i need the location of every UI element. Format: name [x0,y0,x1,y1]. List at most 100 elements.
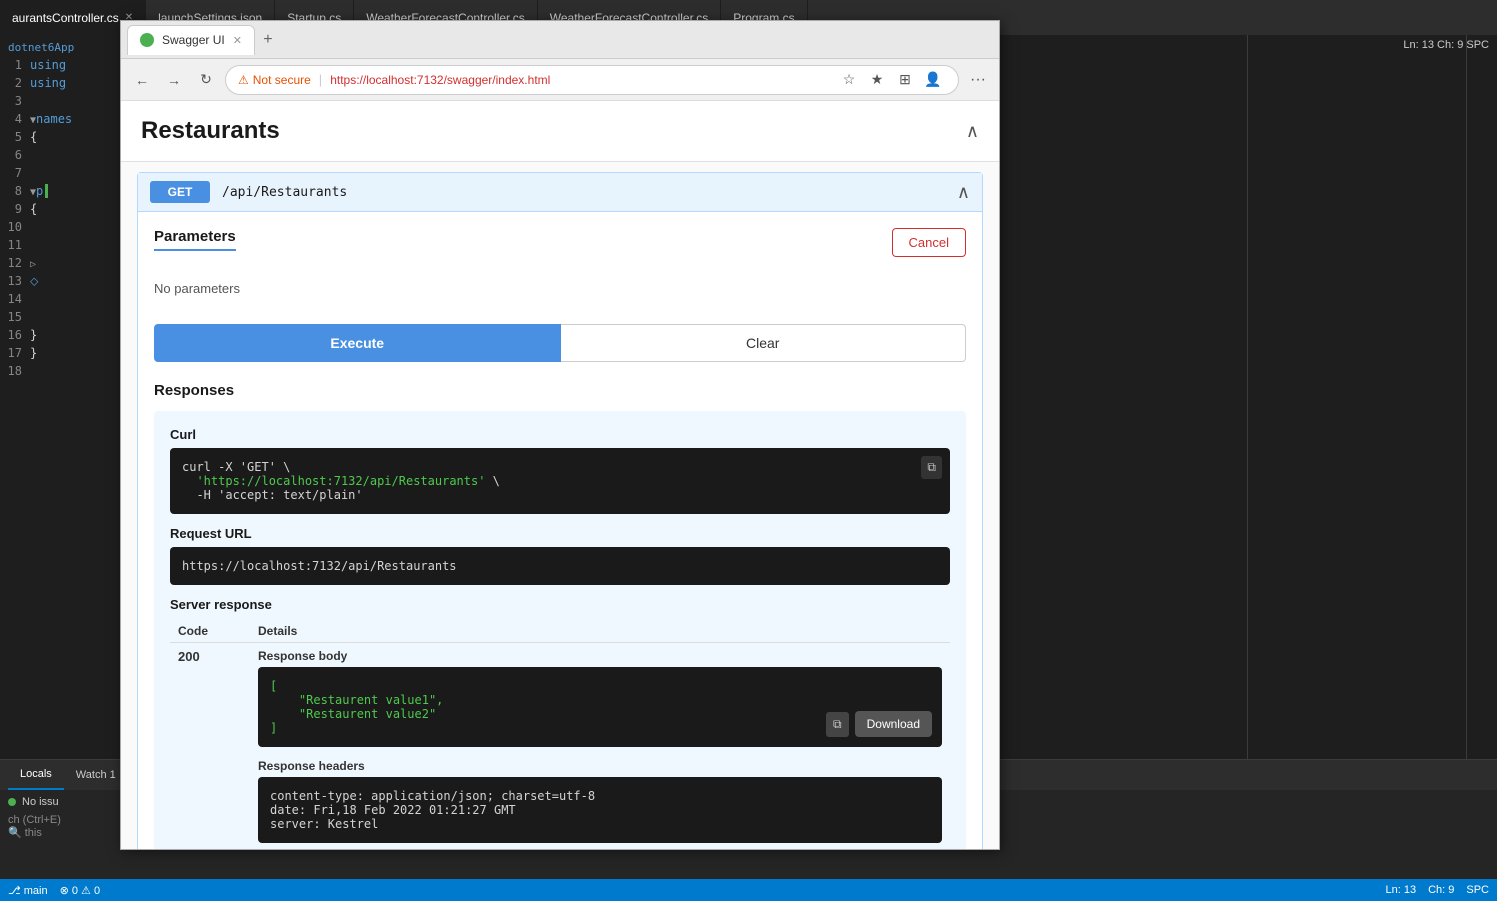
editor-line-1: 1 using [0,56,120,74]
line-col-status: Ln: 13 Ch: 9 SPC [1403,39,1489,51]
browser-tab-swagger[interactable]: Swagger UI ✕ [127,25,255,55]
status-ch: Ch: 9 [1428,884,1454,896]
editor-line-15: 15 [0,308,120,326]
responses-title: Responses [154,382,966,399]
restaurants-section-header: Restaurants ∧ [121,101,999,162]
clear-button[interactable]: Clear [561,324,967,362]
back-button[interactable]: ← [129,67,155,93]
ch-status: Ch: 9 [1437,39,1463,51]
editor-line-5: 5 { [0,128,120,146]
editor-line-13: 13 ⬦ [0,272,120,290]
response-details: Response body [ "Restaurent value1", "Re… [250,643,950,850]
editor-line-11: 11 [0,236,120,254]
status-spc: SPC [1466,884,1489,896]
response-body-label: Response body [258,649,942,663]
status-branch: ⎇ main [8,884,48,897]
editor-line-17: 17 } [0,344,120,362]
response-actions: ⧉ Download [826,711,932,737]
curl-url: 'https://localhost:7132/api/Restaurants' [196,474,485,488]
code-header: Code [170,620,250,643]
response-code: 200 [170,643,250,850]
warning-icon: ⚠ [238,73,249,87]
parameters-title: Parameters [154,228,236,251]
execute-clear-row: Execute Clear [154,324,966,362]
address-icons: ☆ ★ ⊞ 👤 [836,67,946,93]
security-warning: ⚠ Not secure [238,73,311,87]
parameters-title-container: Parameters [154,228,236,251]
editor-line-6: 6 [0,146,120,164]
tab-close-icon[interactable]: ✕ [233,34,242,47]
method-badge: GET [150,181,210,203]
editor-line-9: 9 { [0,200,120,218]
url-display: https://localhost:7132/swagger/index.htm… [330,73,550,87]
response-table: Code Details 200 Response body [170,620,950,849]
vscode-right-panel: Ln: 13 Ch: 9 SPC [1247,35,1497,761]
editor-line-10: 10 [0,218,120,236]
response-copy-button[interactable]: ⧉ [826,712,849,737]
request-url-value: https://localhost:7132/api/Restaurants [170,547,950,585]
swagger-content[interactable]: Restaurants ∧ GET /api/Restaurants ∧ Par… [121,101,999,849]
swagger-favicon [140,33,154,47]
bottom-tab-locals[interactable]: Locals [8,760,64,790]
response-headers-text: content-type: application/json; charset=… [270,789,930,831]
response-body-block: [ "Restaurent value1", "Restaurent value… [258,667,942,747]
address-bar[interactable]: ⚠ Not secure | https://localhost:7132/sw… [225,65,959,95]
issues-text: No issu [22,796,59,808]
editor-line-8: 8 ▼p [0,182,120,200]
refresh-button[interactable]: ↻ [193,67,219,93]
favorite-icon-btn[interactable]: ★ [864,67,890,93]
download-button[interactable]: Download [855,711,932,737]
curl-code-block: curl -X 'GET' \ 'https://localhost:7132/… [170,448,950,514]
endpoint-body: Parameters Cancel No parameters Execute … [138,212,982,849]
spc-status: SPC [1466,39,1489,51]
collapse-restaurants-button[interactable]: ∧ [966,121,979,142]
bottom-tab-watch[interactable]: Watch 1 [64,760,128,790]
collection-icon-btn[interactable]: ⊞ [892,67,918,93]
endpoint-block: GET /api/Restaurants ∧ Parameters Cancel… [137,172,983,849]
curl-code-text: curl -X 'GET' \ 'https://localhost:7132/… [182,460,938,502]
responses-background: Curl curl -X 'GET' \ 'https://localhost:… [154,411,966,849]
star-icon-btn[interactable]: ☆ [836,67,862,93]
profile-icon-btn[interactable]: 👤 [920,67,946,93]
status-errors: ⊗ 0 ⚠ 0 [60,884,100,897]
request-url-label: Request URL [170,526,950,541]
status-ln: Ln: 13 [1385,884,1416,896]
endpoint-path: /api/Restaurants [222,185,347,200]
cancel-button[interactable]: Cancel [892,228,966,257]
address-separator: | [319,72,322,87]
restaurants-title: Restaurants [141,117,280,145]
minimap-ruler [1466,35,1467,761]
project-name: dotnet6App [0,39,120,56]
endpoint-collapse-button[interactable]: ∧ [957,182,970,203]
swagger-container: Restaurants ∧ GET /api/Restaurants ∧ Par… [121,101,999,849]
execute-button[interactable]: Execute [154,324,561,362]
response-headers-label: Response headers [258,759,942,773]
editor-line-14: 14 [0,290,120,308]
new-tab-button[interactable]: + [255,27,281,53]
editor-line-12: 12 ▷ [0,254,120,272]
tab-label: aurantsController.cs [12,11,119,25]
status-bar: ⎇ main ⊗ 0 ⚠ 0 Ln: 13 Ch: 9 SPC [0,879,1497,901]
responses-section: Responses Curl curl -X 'GET' \ 'https://… [154,382,966,849]
editor-line-4: 4 ▼names [0,110,120,128]
editor-line-2: 2 using [0,74,120,92]
ln-status: Ln: 13 [1403,39,1434,51]
details-header: Details [250,620,950,643]
parameters-section: Parameters Cancel [154,228,966,257]
status-dot-icon [8,798,16,806]
endpoint-header[interactable]: GET /api/Restaurants ∧ [138,173,982,212]
curl-copy-button[interactable]: ⧉ [921,456,942,479]
forward-button[interactable]: → [161,67,187,93]
no-parameters-text: No parameters [154,273,966,312]
server-response-label: Server response [170,597,950,612]
browser-window: Swagger UI ✕ + ← → ↻ ⚠ Not secure | http… [120,20,1000,850]
browser-tab-strip: Swagger UI ✕ + [121,21,999,59]
more-options-button[interactable]: ··· [965,67,991,93]
address-bar-row: ← → ↻ ⚠ Not secure | https://localhost:7… [121,59,999,101]
curl-label: Curl [170,427,950,442]
table-row-200: 200 Response body [ "Restaurent value1",… [170,643,950,850]
tab-title: Swagger UI [162,33,225,47]
code-editor: dotnet6App 1 using 2 using 3 4 ▼names 5 … [0,35,120,761]
editor-line-16: 16 } [0,326,120,344]
editor-line-3: 3 [0,92,120,110]
